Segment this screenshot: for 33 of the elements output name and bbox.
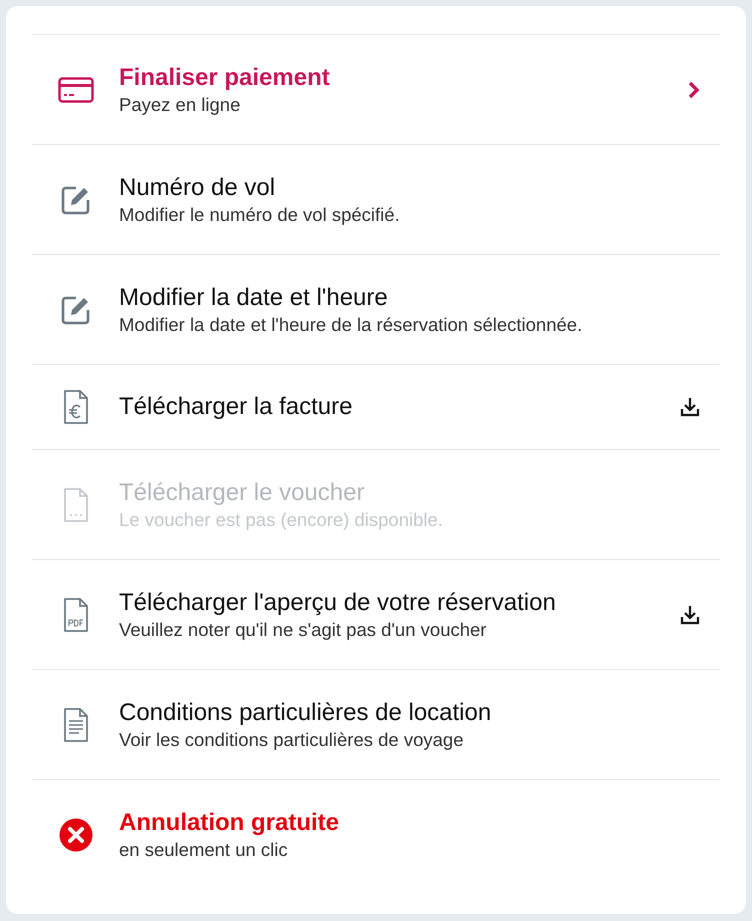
edit-icon <box>61 184 91 214</box>
euro-document-icon <box>63 390 89 424</box>
action-title: Numéro de vol <box>119 172 276 202</box>
edit-icon <box>61 294 91 324</box>
action-item[interactable]: Conditions particulières de location Voir les conditions particulières de voyage <box>32 670 720 780</box>
action-description: Voir les conditions particulières de voyage <box>119 728 464 752</box>
action-description: Veuillez noter qu'il ne s'agit pas d'un voucher <box>119 618 488 642</box>
action-title: Télécharger l'aperçu de votre réservation <box>119 588 557 618</box>
action-description: en seulement un clic <box>119 838 289 862</box>
cancel-icon <box>59 818 93 852</box>
action-description: Modifier la date et l'heure de la réservation sélectionnée. <box>119 312 584 336</box>
action-item[interactable]: Finaliser paiement Payez en ligne <box>32 35 720 145</box>
document-icon <box>63 488 89 522</box>
action-description: Le voucher est pas (encore) disponible. <box>119 508 444 532</box>
action-item[interactable]: Modifier la date et l'heure Modifier la date et l'heure de la réservation sélectionnée. <box>32 255 720 365</box>
action-item[interactable]: Annulation gratuite en seulement un clic <box>32 780 720 890</box>
download-icon[interactable] <box>680 604 700 624</box>
action-title: Télécharger le voucher <box>119 478 366 508</box>
action-item[interactable]: Télécharger la facture <box>32 365 720 450</box>
action-title: Modifier la date et l'heure <box>119 282 389 312</box>
action-title: Annulation gratuite <box>119 808 340 838</box>
action-description: Payez en ligne <box>119 92 242 116</box>
text-document-icon <box>63 708 89 742</box>
action-item[interactable]: Télécharger l'aperçu de votre réservation Veuillez noter qu'il ne s'agit pas d'un voucher <box>32 560 720 670</box>
download-icon[interactable] <box>680 397 700 417</box>
chevron-right-icon <box>688 80 700 98</box>
credit-card-icon <box>58 76 94 102</box>
action-description: Modifier le numéro de vol spécifié. <box>119 202 401 226</box>
pdf-document-icon <box>63 598 89 632</box>
action-item[interactable]: Numéro de vol Modifier le numéro de vol spécifié. <box>32 145 720 255</box>
action-title: Conditions particulières de location <box>119 698 492 728</box>
action-title: Finaliser paiement <box>119 62 331 92</box>
action-title: Télécharger la facture <box>119 392 354 422</box>
